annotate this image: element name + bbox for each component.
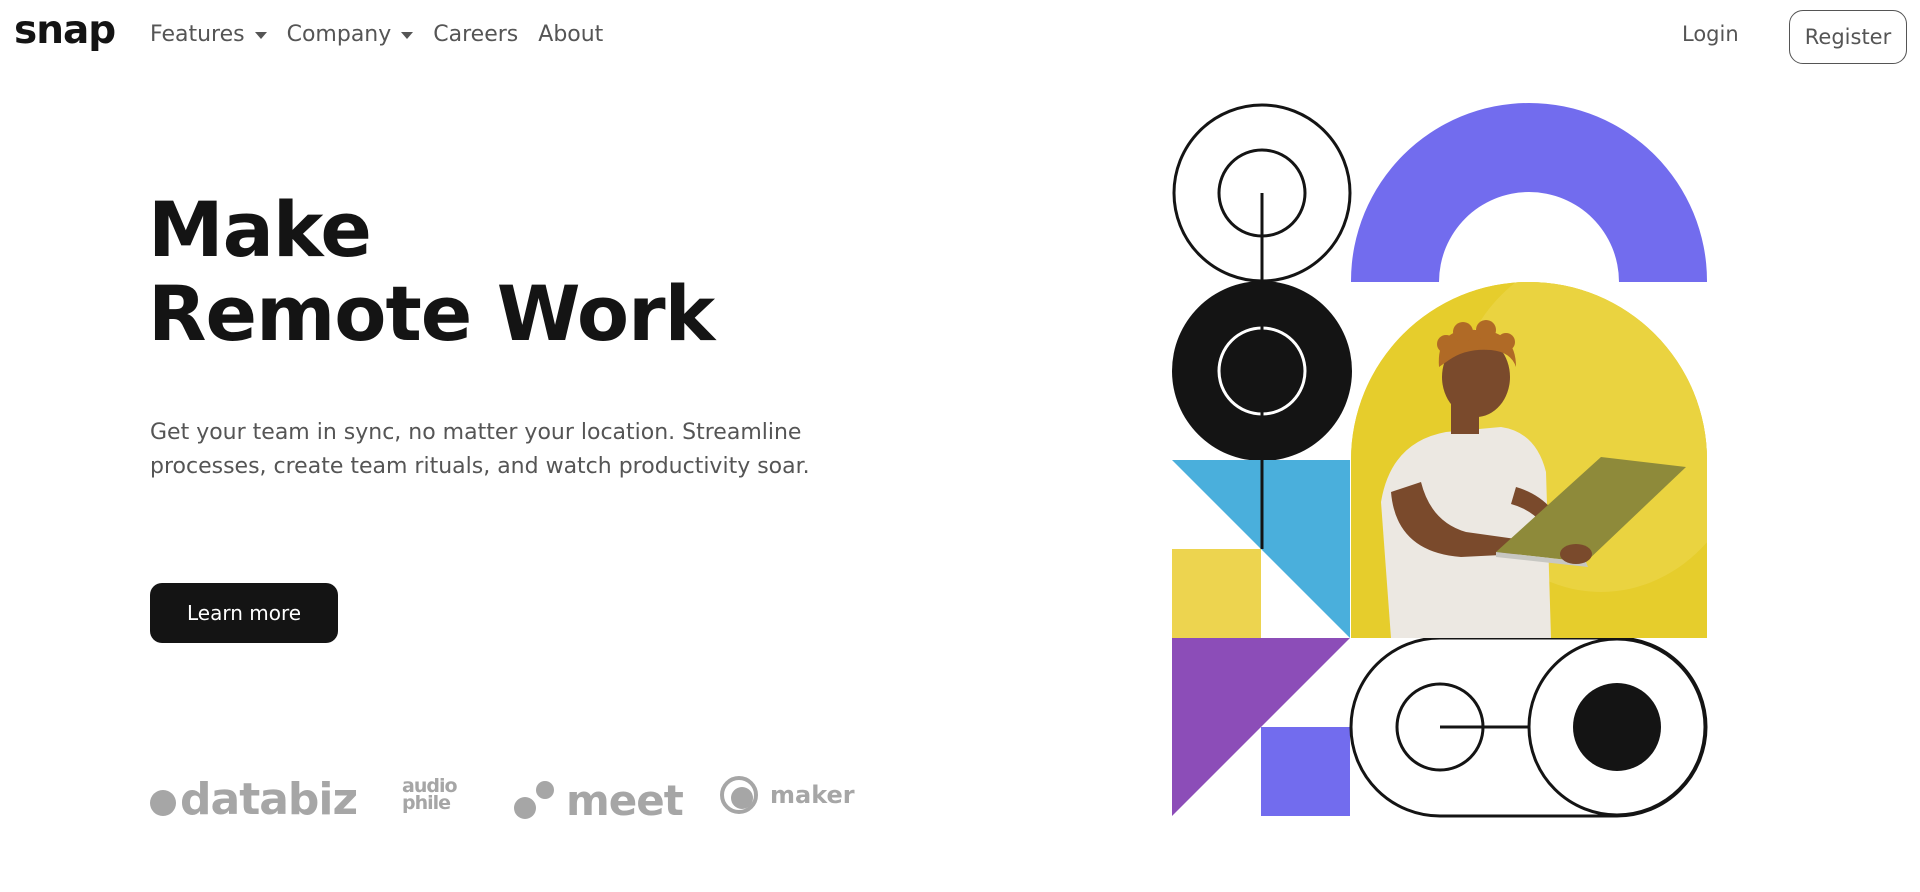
nav-item-label: About — [538, 22, 604, 47]
audiophile-line-2: phile — [402, 792, 451, 814]
nav-links: Features Company Careers About — [150, 22, 603, 47]
hero-photo — [1351, 282, 1707, 638]
nav-item-features[interactable]: Features — [150, 22, 267, 47]
violet-square — [1261, 727, 1350, 816]
chevron-down-icon — [254, 32, 267, 39]
meet-wordmark: meet — [566, 776, 684, 825]
hero-description: Get your team in sync, no matter your lo… — [150, 420, 810, 479]
nav-item-about[interactable]: About — [538, 22, 603, 47]
hero-title: Make Remote Work — [148, 185, 715, 358]
capsule-shape — [1349, 636, 1708, 818]
person-with-laptop-image — [1351, 282, 1707, 638]
yellow-square — [1172, 549, 1261, 638]
audiophile-logo: audio phile — [402, 777, 458, 814]
nav-item-label: Features — [150, 22, 245, 47]
login-link[interactable]: Login — [1682, 22, 1739, 46]
meet-dots-icon — [514, 780, 554, 821]
learn-more-button[interactable]: Learn more — [150, 583, 338, 643]
hero-title-line-2: Remote Work — [148, 269, 715, 358]
nav-item-label: Company — [286, 22, 392, 47]
maker-wordmark: maker — [770, 781, 855, 809]
meet-logo: meet — [514, 776, 684, 825]
hero-title-line-1: Make — [148, 185, 372, 274]
chevron-down-icon — [401, 32, 414, 39]
violet-arch-shape — [1351, 103, 1707, 282]
databiz-dot-icon — [150, 789, 176, 816]
maker-logo: maker — [720, 776, 855, 814]
databiz-wordmark: databiz — [180, 774, 358, 825]
nav-item-label: Careers — [433, 22, 519, 47]
nav-item-careers[interactable]: Careers — [433, 22, 518, 47]
maker-logo-icon — [720, 776, 758, 814]
register-button[interactable]: Register — [1789, 10, 1907, 64]
top-navigation: snap Features Company Careers About Logi… — [0, 0, 1920, 70]
snap-logo[interactable]: snap — [14, 8, 116, 53]
databiz-logo: databiz — [150, 774, 358, 825]
nav-item-company[interactable]: Company — [287, 22, 414, 47]
